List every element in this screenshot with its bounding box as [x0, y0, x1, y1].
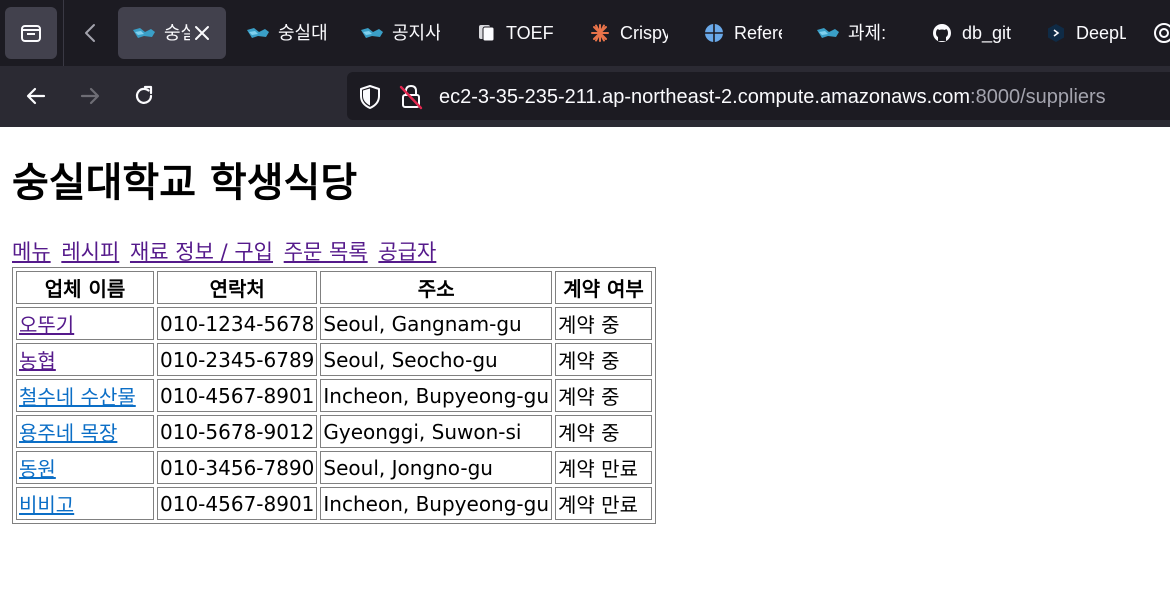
nav-link-orders[interactable]: 주문 목록	[284, 240, 368, 264]
tab-title: 공지사	[392, 23, 440, 43]
table-row: 동원 010-3456-7890 Seoul, Jongno-gu 계약 만료	[16, 451, 653, 484]
nav-link-recipes[interactable]: 레시피	[61, 240, 119, 264]
contract-status-cell: 계약 중	[555, 379, 653, 412]
page-content: 숭실대학교 학생식당 메뉴 레시피 재료 정보 / 구입 주문 목록 공급자 업…	[0, 127, 1170, 602]
supplier-name-cell: 동원	[16, 451, 154, 484]
nav-link-menu[interactable]: 메뉴	[12, 240, 51, 264]
tab-title: Refere	[734, 23, 782, 43]
contact-cell: 010-4567-8901	[157, 379, 318, 412]
address-bar[interactable]: ec2-3-35-235-211.ap-northeast-2.compute.…	[347, 72, 1170, 120]
supplier-name-cell: 오뚜기	[16, 307, 154, 340]
supplier-name-cell: 비비고	[16, 487, 154, 520]
deepl-icon	[1048, 24, 1064, 42]
column-header-address: 주소	[320, 271, 553, 304]
navigation-toolbar: ec2-3-35-235-211.ap-northeast-2.compute.…	[0, 66, 1170, 127]
close-tab-icon[interactable]	[190, 21, 214, 45]
url-text[interactable]: ec2-3-35-235-211.ap-northeast-2.compute.…	[439, 84, 1106, 110]
suppliers-table: 업체 이름 연락처 주소 계약 여부 오뚜기 010-1234-5678 Seo…	[12, 267, 657, 524]
tab-title: Crispy	[620, 23, 668, 43]
contract-status-cell: 계약 중	[555, 307, 653, 340]
contact-cell: 010-5678-9012	[157, 415, 318, 448]
arrow-left-icon	[26, 87, 46, 105]
supplier-link[interactable]: 철수네 수산물	[19, 385, 136, 409]
supplier-link[interactable]: 동원	[19, 457, 56, 481]
github-icon	[933, 24, 951, 42]
tab-3[interactable]: 공지사	[346, 7, 454, 59]
url-port-path: :8000/suppliers	[970, 86, 1106, 108]
ssu-logo-icon	[133, 28, 155, 38]
site-navigation: 메뉴 레시피 재료 정보 / 구입 주문 목록 공급자	[12, 238, 440, 266]
address-cell: Gyeonggi, Suwon-si	[320, 415, 553, 448]
table-row: 오뚜기 010-1234-5678 Seoul, Gangnam-gu 계약 중	[16, 307, 653, 340]
table-row: 철수네 수산물 010-4567-8901 Incheon, Bupyeong-…	[16, 379, 653, 412]
tab-9[interactable]: DeepL	[1030, 7, 1138, 59]
insecure-lock-icon[interactable]	[398, 83, 424, 111]
supplier-link[interactable]: 용주네 목장	[19, 421, 117, 445]
tab-title: 과제:	[848, 23, 887, 43]
tab-title: 숭실대	[278, 23, 326, 43]
globe-icon	[705, 24, 723, 42]
tab-title: db_git	[962, 23, 1012, 43]
column-header-name: 업체 이름	[16, 271, 154, 304]
tab-title: 숭실	[164, 23, 190, 43]
reload-icon	[135, 85, 153, 104]
tab-5[interactable]: Crispy	[574, 7, 682, 59]
address-cell: Seoul, Jongno-gu	[320, 451, 553, 484]
table-row: 용주네 목장 010-5678-9012 Gyeonggi, Suwon-si …	[16, 415, 653, 448]
tab-scroll-left-button[interactable]	[78, 20, 104, 46]
supplier-name-cell: 농협	[16, 343, 154, 376]
tab-6[interactable]: Refere	[688, 7, 796, 59]
contact-cell: 010-4567-8901	[157, 487, 318, 520]
column-header-contact: 연락처	[157, 271, 318, 304]
ssu-logo-icon	[247, 28, 269, 38]
back-button[interactable]	[18, 78, 54, 114]
address-cell: Incheon, Bupyeong-gu	[320, 379, 553, 412]
contact-cell: 010-3456-7890	[157, 451, 318, 484]
contract-status-cell: 계약 중	[555, 415, 653, 448]
column-header-contract-status: 계약 여부	[555, 271, 653, 304]
reload-button[interactable]	[126, 78, 162, 114]
tab-8[interactable]: db_git	[916, 7, 1024, 59]
table-header-row: 업체 이름 연락처 주소 계약 여부	[16, 271, 653, 304]
supplier-name-cell: 용주네 목장	[16, 415, 154, 448]
tab-1[interactable]: 숭실	[118, 7, 226, 59]
supplier-name-cell: 철수네 수산물	[16, 379, 154, 412]
tab-strip-separator	[63, 0, 64, 66]
tab-4[interactable]: TOEFL	[460, 7, 568, 59]
openai-icon	[1154, 23, 1170, 43]
nav-link-ingredients[interactable]: 재료 정보 / 구입	[130, 240, 273, 264]
forward-button[interactable]	[72, 78, 108, 114]
contact-cell: 010-1234-5678	[157, 307, 318, 340]
ssu-logo-icon	[817, 28, 839, 38]
address-cell: Seoul, Seocho-gu	[320, 343, 553, 376]
supplier-link[interactable]: 비비고	[19, 493, 74, 517]
tracking-protection-shield-icon[interactable]	[357, 84, 383, 110]
firefox-view-icon	[21, 25, 41, 42]
firefox-view-button[interactable]	[5, 7, 57, 59]
table-row: 비비고 010-4567-8901 Incheon, Bupyeong-gu 계…	[16, 487, 653, 520]
tab-strip: 숭실 숭실대 공지사 TOEFL	[0, 0, 1170, 66]
contract-status-cell: 계약 중	[555, 343, 653, 376]
tab-title: TOEFL	[506, 23, 554, 43]
document-icon	[479, 25, 495, 42]
table-row: 농협 010-2345-6789 Seoul, Seocho-gu 계약 중	[16, 343, 653, 376]
nav-link-suppliers[interactable]: 공급자	[378, 240, 436, 264]
url-host: ec2-3-35-235-211.ap-northeast-2.compute.…	[439, 86, 971, 108]
chevron-left-icon	[85, 24, 95, 42]
supplier-link[interactable]: 농협	[19, 349, 56, 373]
address-cell: Incheon, Bupyeong-gu	[320, 487, 553, 520]
sunburst-icon	[591, 24, 609, 42]
contract-status-cell: 계약 만료	[555, 451, 653, 484]
ssu-logo-icon	[361, 28, 383, 38]
tab-7[interactable]: 과제:	[802, 7, 910, 59]
tab-title: DeepL	[1076, 23, 1126, 43]
contract-status-cell: 계약 만료	[555, 487, 653, 520]
address-cell: Seoul, Gangnam-gu	[320, 307, 553, 340]
tab-2[interactable]: 숭실대	[232, 7, 340, 59]
supplier-link[interactable]: 오뚜기	[19, 313, 74, 337]
overflow-tab[interactable]	[1152, 21, 1170, 45]
page-title: 숭실대학교 학생식당	[12, 160, 358, 206]
contact-cell: 010-2345-6789	[157, 343, 318, 376]
arrow-right-icon	[80, 87, 100, 105]
